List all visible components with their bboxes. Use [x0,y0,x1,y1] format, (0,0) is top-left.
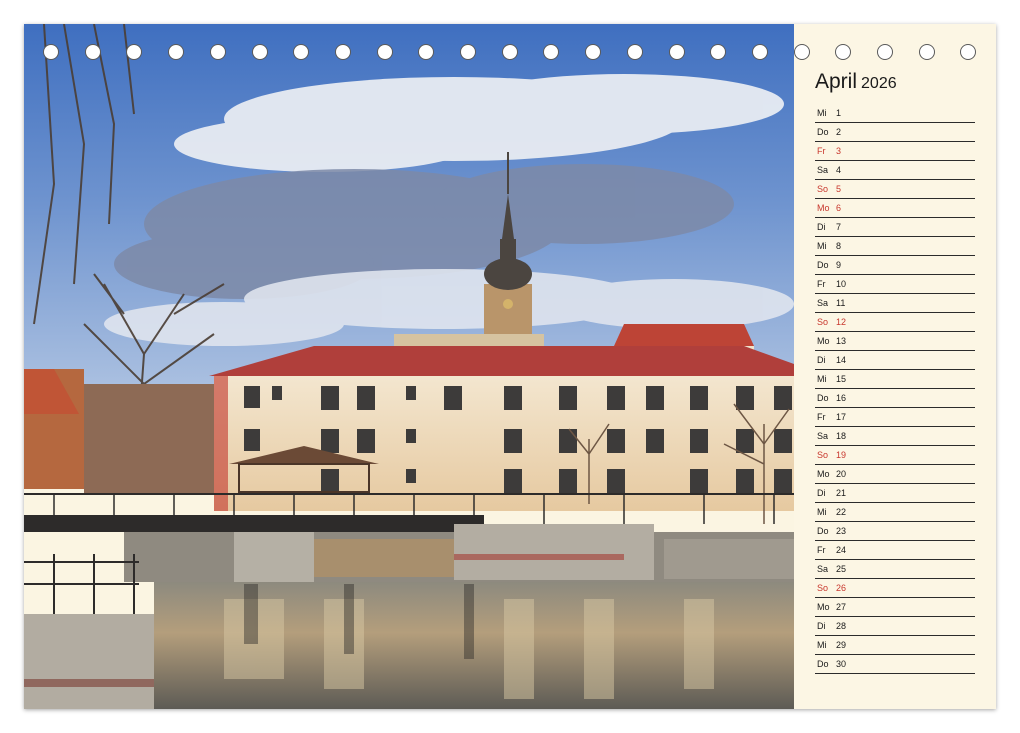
day-row: So 12 [815,313,975,332]
weekday-label: Mo [817,203,830,213]
weekday-label: Sa [817,298,829,308]
day-number: 29 [836,640,847,650]
day-number: 22 [836,507,847,517]
month-title: April 2026 [815,70,897,94]
day-number: 28 [836,621,847,631]
day-number: 27 [836,602,847,612]
weekday-label: Fr [817,279,826,289]
day-number: 8 [836,241,842,251]
day-number: 6 [836,203,842,213]
calendar-page: April 2026 Mi 1 Do 2 Fr 3 Sa 4 So 5 Mo 6 Di 7 Mi 8 Do 9 Fr 1… [24,24,996,709]
weekday-label: Mi [817,507,827,517]
day-row: Di 28 [815,617,975,636]
town-river-photo [24,24,794,709]
day-number: 21 [836,488,847,498]
day-row: Mi 22 [815,503,975,522]
weekday-label: Mo [817,602,830,612]
day-number: 15 [836,374,847,384]
weekday-label: Do [817,393,829,403]
weekday-label: Mo [817,469,830,479]
day-number: 9 [836,260,842,270]
weekday-label: Do [817,127,829,137]
day-number: 13 [836,336,847,346]
photo-illustration [24,24,794,709]
month-name: April [815,70,858,93]
year: 2026 [861,75,897,92]
weekday-label: Do [817,526,829,536]
day-number: 2 [836,127,842,137]
day-row: Sa 18 [815,427,975,446]
weekday-label: Di [817,355,826,365]
weekday-label: Mo [817,336,830,346]
day-number: 19 [836,450,847,460]
day-number: 26 [836,583,847,593]
weekday-label: So [817,450,829,460]
day-row: So 5 [815,180,975,199]
day-row: Di 14 [815,351,975,370]
day-number: 16 [836,393,847,403]
weekday-label: Di [817,222,826,232]
day-row: Do 16 [815,389,975,408]
weekday-label: Fr [817,412,826,422]
day-number: 20 [836,469,847,479]
weekday-label: Fr [817,545,826,555]
day-number: 30 [836,659,847,669]
day-number: 23 [836,526,847,536]
weekday-label: Mi [817,640,827,650]
weekday-label: Do [817,260,829,270]
day-number: 4 [836,165,842,175]
day-row: Mi 1 [815,104,975,123]
weekday-label: Do [817,659,829,669]
weekday-label: Sa [817,564,829,574]
day-row: Mo 27 [815,598,975,617]
day-number: 3 [836,146,842,156]
day-number: 12 [836,317,847,327]
weekday-label: Fr [817,146,826,156]
day-row: Sa 4 [815,161,975,180]
day-row: Mi 29 [815,636,975,655]
weekday-label: Sa [817,165,829,175]
day-row: So 26 [815,579,975,598]
day-number: 5 [836,184,842,194]
day-row: Fr 3 [815,142,975,161]
day-row: Fr 10 [815,275,975,294]
day-row: So 19 [815,446,975,465]
weekday-label: Sa [817,431,829,441]
weekday-label: Mi [817,374,827,384]
day-row: Do 23 [815,522,975,541]
weekday-label: Mi [817,108,827,118]
weekday-label: Di [817,621,826,631]
day-row: Mo 6 [815,199,975,218]
weekday-label: So [817,583,829,593]
day-number: 11 [836,298,846,308]
day-row: Do 30 [815,655,975,674]
day-number: 25 [836,564,847,574]
day-row: Do 9 [815,256,975,275]
weekday-label: Mi [817,241,827,251]
day-number: 14 [836,355,847,365]
day-row: Mo 20 [815,465,975,484]
day-row: Do 2 [815,123,975,142]
day-list: Mi 1 Do 2 Fr 3 Sa 4 So 5 Mo 6 Di 7 Mi 8 Do 9 Fr 10 Sa 11 So 12 M… [815,104,975,674]
day-number: 17 [836,412,847,422]
weekday-label: Di [817,488,826,498]
day-number: 7 [836,222,842,232]
day-number: 24 [836,545,847,555]
day-row: Fr 24 [815,541,975,560]
weekday-label: So [817,184,829,194]
day-row: Di 7 [815,218,975,237]
day-row: Sa 11 [815,294,975,313]
calendar-panel: April 2026 Mi 1 Do 2 Fr 3 Sa 4 So 5 Mo 6 Di 7 Mi 8 Do 9 Fr 1… [794,24,996,709]
day-row: Mo 13 [815,332,975,351]
day-row: Mi 15 [815,370,975,389]
day-row: Sa 25 [815,560,975,579]
day-row: Di 21 [815,484,975,503]
day-number: 10 [836,279,847,289]
weekday-label: So [817,317,829,327]
day-number: 18 [836,431,847,441]
day-number: 1 [836,108,842,118]
day-row: Mi 8 [815,237,975,256]
day-row: Fr 17 [815,408,975,427]
